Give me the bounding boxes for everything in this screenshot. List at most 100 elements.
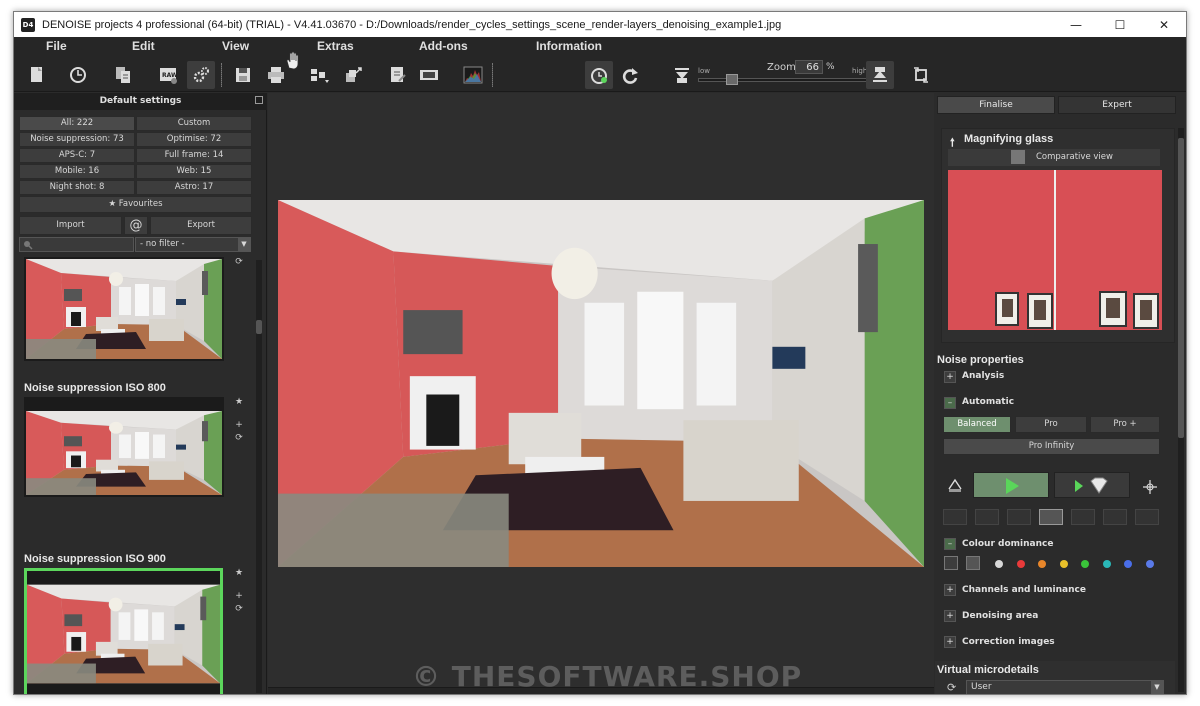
export-button[interactable]: Export (150, 216, 252, 235)
filter-custom[interactable]: Custom (136, 116, 252, 131)
denoising-area-label[interactable]: Denoising area (962, 611, 1038, 621)
main-image[interactable] (278, 200, 924, 567)
menu-edit[interactable]: Edit (132, 39, 155, 53)
menu-view[interactable]: View (222, 39, 249, 53)
analysis-graph-icon[interactable] (947, 477, 963, 493)
mode-pro-infinity-button[interactable]: Pro Infinity (943, 438, 1160, 455)
strength-preset-icon[interactable] (1039, 509, 1063, 525)
filter-dropdown[interactable]: - no filter - ▼ (135, 237, 251, 252)
settings-scrollbar[interactable] (1178, 128, 1184, 692)
strength-preset-icon[interactable] (1071, 509, 1095, 525)
import-button[interactable]: Import (19, 216, 122, 235)
magnifier-preview[interactable] (948, 170, 1162, 330)
filter-noise-suppression[interactable]: Noise suppression: 73 (19, 132, 135, 147)
filter-aps-c[interactable]: APS-C: 7 (19, 148, 135, 163)
automatic-label[interactable]: Automatic (962, 397, 1014, 407)
plus-icon[interactable]: + (232, 591, 246, 601)
filter-mobile[interactable]: Mobile: 16 (19, 164, 135, 179)
target-icon[interactable] (966, 556, 980, 570)
star-icon[interactable]: ★ (232, 397, 246, 407)
colour-dominance-label[interactable]: Colour dominance (962, 539, 1053, 549)
analysis-label[interactable]: Analysis (962, 371, 1004, 381)
filter-night-shot[interactable]: Night shot: 8 (19, 180, 135, 195)
strength-preset-icon[interactable] (975, 509, 999, 525)
refresh-icon[interactable]: ⟳ (232, 604, 246, 614)
menu-information[interactable]: Information (536, 39, 602, 53)
share-icon[interactable] (340, 61, 368, 89)
standard-denoise-button[interactable] (973, 472, 1049, 498)
colour-dot[interactable] (1102, 560, 1111, 568)
colour-dot[interactable] (995, 560, 1003, 568)
minimize-button[interactable]: — (1054, 12, 1098, 37)
scrollbar-thumb[interactable] (256, 320, 262, 334)
histogram-icon[interactable] (459, 61, 487, 89)
timer-icon[interactable] (585, 61, 613, 89)
tab-expert[interactable]: Expert (1058, 96, 1176, 114)
menu-extras[interactable]: Extras (317, 39, 354, 53)
comparative-view-toggle[interactable] (1011, 150, 1025, 164)
maximize-button[interactable]: ☐ (1098, 12, 1142, 37)
preset-thumbnail[interactable] (24, 568, 223, 694)
search-input[interactable] (19, 237, 134, 252)
scrollbar-thumb[interactable] (1178, 138, 1184, 438)
filter-web[interactable]: Web: 15 (136, 164, 252, 179)
menu-file[interactable]: File (46, 39, 67, 53)
refresh-icon[interactable]: ⟳ (232, 257, 246, 267)
expand-icon[interactable]: + (944, 610, 956, 622)
strength-preset-icon[interactable] (1103, 509, 1127, 525)
filter-astro[interactable]: Astro: 17 (136, 180, 252, 195)
camera-icon[interactable] (944, 556, 958, 570)
filter-optimise[interactable]: Optimise: 72 (136, 132, 252, 147)
zoom-out-icon[interactable] (668, 61, 696, 89)
batch-settings-icon[interactable] (187, 61, 215, 89)
expand-icon[interactable]: + (944, 636, 956, 648)
hand-icon[interactable] (279, 47, 307, 75)
menu-addons[interactable]: Add-ons (419, 39, 468, 53)
colour-dot[interactable] (1081, 560, 1089, 568)
export-icon[interactable] (305, 61, 333, 89)
zoom-slider-thumb[interactable] (725, 74, 738, 85)
colour-dot[interactable] (1059, 560, 1068, 568)
strength-preset-icon[interactable] (1135, 509, 1159, 525)
mode-pro-button[interactable]: Pro (1015, 416, 1087, 433)
sparkle-icon[interactable] (1142, 479, 1158, 495)
colour-dot[interactable] (1124, 560, 1132, 568)
correction-images-label[interactable]: Correction images (962, 637, 1055, 647)
colour-dot[interactable] (1016, 560, 1025, 568)
preset-item[interactable]: Noise suppression ISO 800 ★ + ⟳ (24, 380, 253, 497)
new-file-icon[interactable] (22, 61, 50, 89)
preset-item-selected[interactable]: Noise suppression ISO 900 ★ + ⟳ (24, 551, 253, 694)
mode-balanced-button[interactable]: Balanced (943, 416, 1011, 433)
filter-full-frame[interactable]: Full frame: 14 (136, 148, 252, 163)
refresh-icon[interactable]: ⟳ (947, 681, 956, 694)
strength-preset-icon[interactable] (1007, 509, 1031, 525)
preset-thumbnail[interactable] (24, 397, 224, 497)
mode-pro-plus-button[interactable]: Pro + (1090, 416, 1160, 433)
preset-scrollbar[interactable] (256, 260, 262, 693)
favourites-button[interactable]: ★ Favourites (19, 196, 252, 213)
channels-luminance-label[interactable]: Channels and luminance (962, 585, 1086, 595)
edit-icon[interactable] (384, 61, 412, 89)
tab-finalise[interactable]: Finalise (937, 96, 1055, 114)
strength-preset-icon[interactable] (943, 509, 967, 525)
image-canvas[interactable] (268, 93, 934, 694)
close-button[interactable]: ✕ (1142, 12, 1186, 37)
expand-icon[interactable]: + (944, 584, 956, 596)
history-icon[interactable] (64, 61, 92, 89)
zoom-slider[interactable] (698, 78, 868, 82)
plus-icon[interactable]: + (232, 420, 246, 430)
save-icon[interactable] (229, 61, 257, 89)
undock-icon[interactable] (255, 96, 263, 104)
colour-dot[interactable] (1145, 560, 1154, 568)
collapse-icon[interactable]: – (944, 538, 956, 550)
star-icon[interactable]: ★ (232, 568, 246, 578)
collapse-icon[interactable]: – (944, 397, 956, 409)
preset-thumbnail[interactable] (24, 257, 224, 361)
zoom-input[interactable] (795, 60, 823, 74)
refresh-icon[interactable]: ⟳ (232, 433, 246, 443)
colour-dot[interactable] (1038, 560, 1046, 568)
rotate-icon[interactable] (907, 61, 935, 89)
raw-icon[interactable]: RAW (154, 61, 182, 89)
microdetails-dropdown[interactable]: User ▼ (966, 680, 1164, 694)
ai-denoise-button[interactable] (1054, 472, 1130, 498)
